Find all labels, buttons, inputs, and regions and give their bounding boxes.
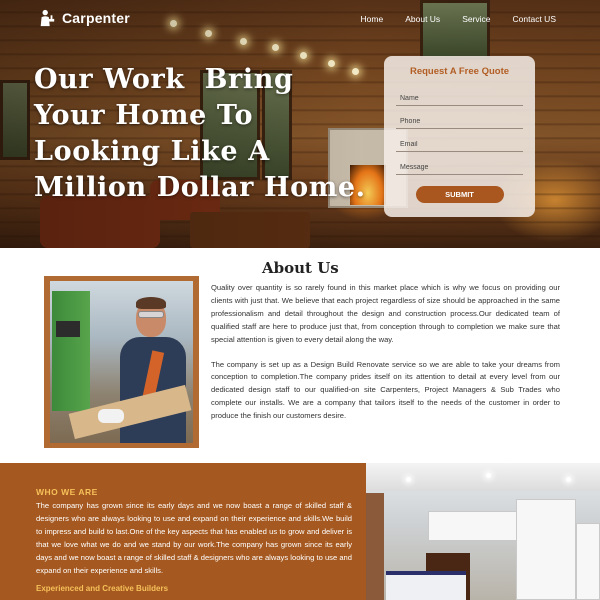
photo-tall-cabinet — [516, 499, 576, 600]
who-we-are-subtitle: Experienced and Creative Builders — [36, 584, 169, 594]
email-field[interactable] — [396, 129, 523, 152]
brand-name: Carpenter — [62, 10, 130, 26]
photo-ceiling — [366, 463, 600, 491]
carpenter-logo-icon — [40, 9, 55, 27]
quote-form: Request A Free Quote SUBMIT — [384, 56, 535, 217]
phone-field[interactable] — [396, 106, 523, 129]
nav-item-contact-us[interactable]: Contact US — [513, 14, 556, 24]
photo-machine — [52, 291, 90, 411]
carpenter-photo — [50, 281, 193, 443]
about-text: Quality over quantity is so rarely found… — [211, 282, 560, 423]
quote-form-title: Request A Free Quote — [409, 66, 510, 77]
nav-item-home[interactable]: Home — [361, 14, 384, 24]
main-nav: Home About Us Service Contact US — [361, 14, 556, 24]
photo-side-cabinet — [576, 523, 600, 600]
photo-worker-goggles — [138, 311, 164, 318]
photo-machine-part — [56, 321, 80, 337]
message-field[interactable] — [396, 152, 523, 175]
about-photo — [44, 276, 199, 448]
photo-pillar — [366, 493, 384, 600]
who-we-are-text: The company has grown since its early da… — [36, 501, 352, 575]
photo-worker-hair — [136, 297, 166, 309]
photo-ceiling-light — [566, 477, 571, 482]
photo-ceiling-light — [486, 473, 491, 478]
photo-glove — [98, 409, 124, 423]
name-field[interactable] — [396, 83, 523, 106]
about-title: About Us — [262, 259, 339, 277]
submit-button[interactable]: SUBMIT — [415, 186, 504, 203]
who-we-are-title: WHO WE ARE — [36, 487, 98, 497]
hero-headline: Our Work Bring Your Home To Looking Like… — [34, 64, 366, 203]
photo-murphy-bed — [386, 571, 466, 600]
brand-logo[interactable]: Carpenter — [38, 9, 130, 27]
nav-item-about-us[interactable]: About Us — [405, 14, 440, 24]
who-we-are-section: WHO WE ARE The company has grown since i… — [0, 463, 366, 600]
hero-section: Carpenter Home About Us Service Contact … — [0, 0, 600, 248]
about-paragraph-1: Quality over quantity is so rarely found… — [211, 283, 560, 344]
interior-photo — [366, 463, 600, 600]
photo-ceiling-light — [406, 477, 411, 482]
about-paragraph-2: The company is set up as a Design Build … — [211, 359, 560, 421]
nav-item-service[interactable]: Service — [462, 14, 490, 24]
